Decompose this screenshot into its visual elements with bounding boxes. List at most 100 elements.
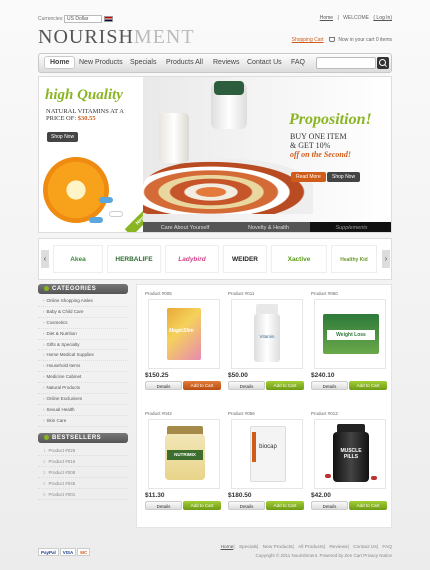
orange-image: [43, 157, 109, 223]
category-item[interactable]: Skin Care: [38, 416, 128, 427]
add-to-cart-button[interactable]: Add to Cart: [183, 381, 221, 390]
bestseller-num: 5: [43, 491, 46, 497]
logo-part2: ment: [133, 26, 195, 48]
product-image[interactable]: NUTRIMIX: [148, 419, 220, 489]
details-button[interactable]: Details: [228, 381, 265, 390]
product-buttons: Details Add to Cart: [311, 501, 391, 510]
search-input[interactable]: [316, 57, 376, 69]
nav-faq[interactable]: FAQ: [291, 59, 305, 66]
product-image[interactable]: MagicSlim: [148, 299, 220, 369]
category-item[interactable]: Medicine Cabinet: [38, 372, 128, 384]
prev-arrow-icon[interactable]: ‹: [41, 250, 49, 268]
bestseller-num: 2: [43, 458, 46, 464]
welcome-text: WELCOME: [343, 15, 369, 21]
category-item[interactable]: Diet & Nutrition: [38, 329, 128, 340]
add-to-cart-button[interactable]: Add to Cart: [349, 381, 387, 390]
product-image[interactable]: Weight Loss: [314, 299, 386, 369]
bestseller-item[interactable]: 1 Product #025: [38, 445, 128, 456]
search-icon[interactable]: [377, 57, 389, 69]
bestseller-item[interactable]: 4 Product #045: [38, 478, 128, 489]
capsule-shape: [371, 476, 377, 480]
add-to-cart-button[interactable]: Add to Cart: [266, 501, 304, 510]
category-item[interactable]: Online Shopping Aisles: [38, 296, 128, 307]
footer-link-contact[interactable]: Contact Us: [353, 545, 377, 550]
product-image[interactable]: Vitamin: [231, 299, 303, 369]
footer-link-faq[interactable]: FAQ: [382, 545, 392, 550]
footer-link-all-products[interactable]: All Products: [298, 545, 324, 550]
payment-icons: PayPal VISA MC: [38, 548, 98, 558]
product-label: MagicSlim: [169, 328, 194, 334]
add-to-cart-button[interactable]: Add to Cart: [266, 381, 304, 390]
product-image[interactable]: biocap: [231, 419, 303, 489]
details-button[interactable]: Details: [311, 381, 348, 390]
banner-tab-novelty[interactable]: Novelty & Health: [227, 222, 310, 232]
category-item[interactable]: Home Medical Supplies: [38, 350, 128, 362]
details-button[interactable]: Details: [228, 501, 265, 510]
nav-new-products[interactable]: New Products: [79, 59, 123, 66]
bestseller-item[interactable]: 5 Product #001: [38, 489, 128, 500]
brand-healthy-kid[interactable]: Healthy Kid: [331, 245, 377, 273]
product-code[interactable]: Product #060: [311, 291, 391, 299]
bullet-icon: [44, 285, 49, 291]
banner-shop-now-button[interactable]: Shop Now: [327, 172, 361, 182]
brand-herbalife[interactable]: HERBALIFE: [107, 245, 161, 273]
shopping-cart-link[interactable]: Shopping Cart: [292, 37, 324, 43]
footer-link-home[interactable]: Home: [221, 545, 234, 550]
add-to-cart-button[interactable]: Add to Cart: [349, 501, 387, 510]
product-image[interactable]: MUSCLE PILLS: [314, 419, 386, 489]
product-grid: Product #005 MagicSlim $150.25 Details A…: [136, 284, 392, 528]
nav-specials[interactable]: Specials: [130, 59, 156, 66]
product-code[interactable]: Product #042: [145, 411, 225, 419]
logo-part1: Nourish: [38, 26, 134, 48]
nav-reviews[interactable]: Reviews: [213, 59, 239, 66]
banner-tab-care[interactable]: Care About Yourself: [143, 222, 227, 232]
product-price: $240.10: [311, 372, 335, 379]
brands-carousel: ‹ Akea HERBALIFE Ladybird WEIDER Xactive…: [38, 238, 392, 280]
category-item[interactable]: Household Items: [38, 361, 128, 373]
category-item[interactable]: Gifts & Specialty: [38, 340, 128, 351]
brand-weider[interactable]: WEIDER: [223, 245, 267, 273]
bestseller-item[interactable]: 3 Product #008: [38, 467, 128, 478]
category-item[interactable]: Cosmetics: [38, 318, 128, 329]
nav-contact-us[interactable]: Contact Us: [247, 59, 282, 66]
footer-link-specials[interactable]: Specials: [239, 545, 257, 550]
currency-select[interactable]: US Dollar: [64, 15, 102, 23]
banner-right-text: BUY ONE ITEM & GET 10% off on the Second…: [290, 132, 390, 159]
next-arrow-icon[interactable]: ›: [382, 250, 390, 268]
product-code[interactable]: Product #056: [228, 411, 308, 419]
category-item[interactable]: Sexual Health: [38, 405, 128, 416]
logo[interactable]: Nourishment: [38, 26, 195, 49]
footer-link-new-products[interactable]: New Products: [263, 545, 293, 550]
banner-tab-supplements[interactable]: Supplements: [310, 222, 391, 232]
login-link[interactable]: ( Log In): [373, 15, 392, 21]
product-card: Product #060 Weight Loss $240.10 Details…: [311, 291, 391, 390]
category-item[interactable]: Baby & Child Care: [38, 307, 128, 318]
product-label: NUTRIMIX: [167, 450, 203, 460]
product-code[interactable]: Product #005: [145, 291, 225, 299]
bestsellers-title: BESTSELLERS: [52, 434, 102, 441]
banner-left-shop-button[interactable]: Shop Now: [47, 132, 79, 142]
banner-right-line2: & GET 10%: [290, 141, 331, 150]
product-code[interactable]: Product #011: [228, 291, 308, 299]
bestseller-item[interactable]: 2 Product #016: [38, 456, 128, 467]
details-button[interactable]: Details: [145, 501, 182, 510]
banner-right: Proposition! BUY ONE ITEM & GET 10% off …: [143, 77, 391, 222]
uk-flag-icon[interactable]: [104, 16, 113, 22]
top-home-link[interactable]: Home: [320, 15, 333, 21]
nav-products-all[interactable]: Products All: [166, 59, 203, 66]
details-button[interactable]: Details: [145, 381, 182, 390]
category-item[interactable]: Online Exclusives: [38, 394, 128, 405]
banner-tabs: Care About Yourself Novelty & Health Sup…: [143, 222, 391, 232]
product-code[interactable]: Product #012: [311, 411, 391, 419]
footer-link-reviews[interactable]: Reviews: [329, 545, 347, 550]
read-more-button[interactable]: Read More: [291, 172, 326, 182]
nav-home[interactable]: Home: [44, 56, 76, 69]
paypal-icon: PayPal: [38, 548, 59, 556]
brand-ladybird[interactable]: Ladybird: [165, 245, 219, 273]
add-to-cart-button[interactable]: Add to Cart: [183, 501, 221, 510]
category-item[interactable]: Natural Products: [38, 383, 128, 395]
details-button[interactable]: Details: [311, 501, 348, 510]
brand-akea[interactable]: Akea: [53, 245, 103, 273]
cart-icon: [328, 37, 335, 43]
brand-xactive[interactable]: Xactive: [271, 245, 327, 273]
